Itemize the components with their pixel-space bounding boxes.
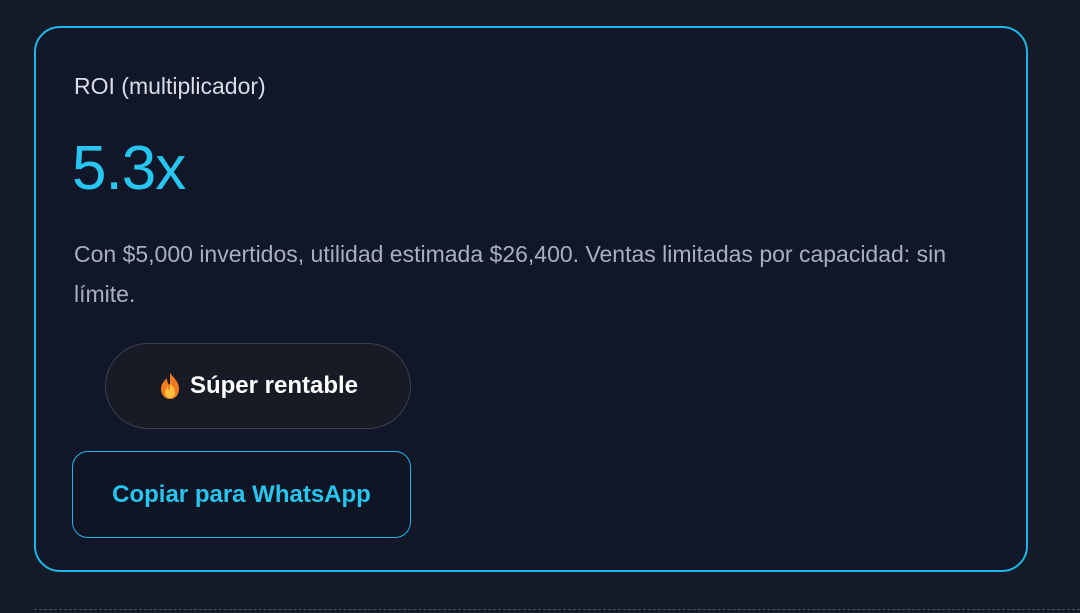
roi-card: ROI (multiplicador) 5.3x Con $5,000 inve… [34, 26, 1028, 572]
roi-value: 5.3x [72, 134, 186, 203]
fire-icon [158, 372, 182, 400]
page: ROI (multiplicador) 5.3x Con $5,000 inve… [0, 0, 1080, 613]
roi-label: ROI (multiplicador) [74, 73, 266, 99]
roi-description: Con $5,000 invertidos, utilidad estimada… [74, 241, 946, 307]
copy-whatsapp-button[interactable]: Copiar para WhatsApp [72, 451, 411, 538]
badge-text: Súper rentable [189, 372, 359, 399]
section-divider [34, 609, 1080, 610]
profitability-badge: Súper rentable [105, 343, 411, 429]
